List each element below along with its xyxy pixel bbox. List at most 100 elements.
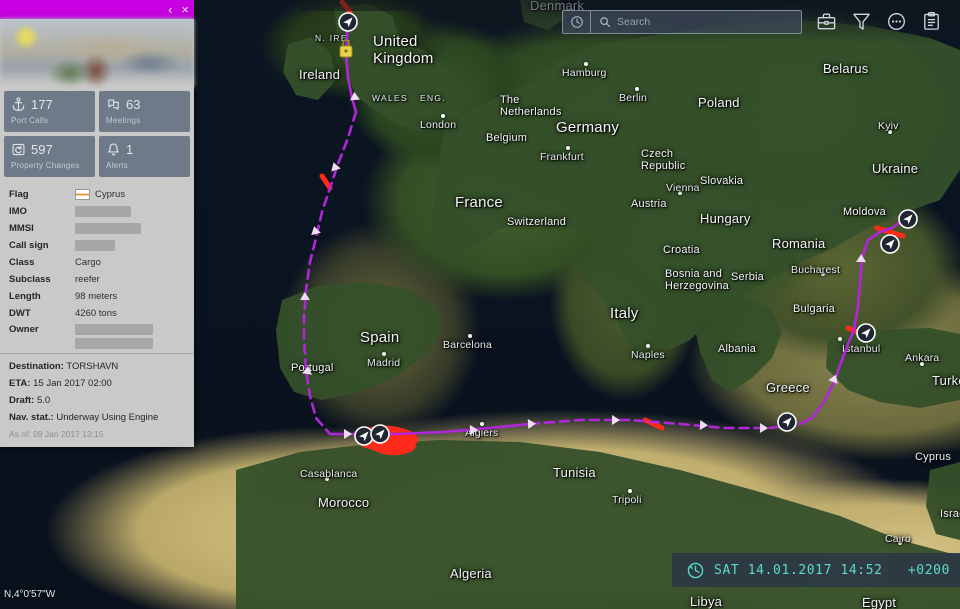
redacted-value <box>75 240 115 251</box>
map-country-label: Cyprus <box>915 451 952 463</box>
map-city-label: Casablanca <box>300 468 358 480</box>
track-direction-arrows <box>299 91 867 439</box>
map-city-dot <box>646 344 650 348</box>
map-city-dot <box>635 87 639 91</box>
draft-value: 5.0 <box>36 395 51 406</box>
clipboard-icon[interactable] <box>921 11 942 32</box>
meetings-icon <box>108 99 119 110</box>
stat-tile-meetings[interactable]: 63 Meetings <box>99 91 190 132</box>
map-city-label: Bucharest <box>791 264 841 276</box>
map-city-dot <box>441 114 445 118</box>
map-city-dot <box>382 352 386 356</box>
map-city-label: London <box>420 119 457 131</box>
attribute-row: Length 98 meters <box>9 288 185 305</box>
attribute-row: IMO <box>9 203 185 220</box>
vessel-marker-group[interactable] <box>338 12 918 446</box>
map-city-label: Hamburg <box>562 67 607 79</box>
map-city-dot <box>888 130 892 134</box>
vessel-detail-panel: ‹ × 177 Port Calls 63 Meetings 597 Prope… <box>0 0 194 447</box>
close-icon[interactable]: × <box>181 3 189 16</box>
map-country-label: Spain <box>360 329 400 346</box>
map-city-label: Madrid <box>367 357 401 369</box>
stat-tile-port-calls[interactable]: 177 Port Calls <box>4 91 95 132</box>
attribute-key: MMSI <box>9 223 34 234</box>
map-city-dot <box>821 272 825 276</box>
map-city-label: Istanbul <box>842 343 881 355</box>
attribute-key: Call sign <box>9 240 49 251</box>
map-city-label: Ankara <box>905 352 940 364</box>
toolbox-icon[interactable] <box>816 11 837 32</box>
more-icon[interactable] <box>886 11 907 32</box>
vessel-attributes: Flag Cyprus IMO MMSI Call sign Class Cargo Subc… <box>0 181 194 353</box>
vessel-marker-icon[interactable] <box>777 412 797 432</box>
attribute-value <box>75 324 153 349</box>
destination-value: TORSHAVN <box>66 361 119 372</box>
attribute-key: IMO <box>9 206 27 217</box>
map-region-label: WALES <box>372 93 408 103</box>
map-country-label: Ukraine <box>872 161 919 176</box>
filter-icon[interactable] <box>851 11 872 32</box>
stat-tile-alerts[interactable]: 1 Alerts <box>99 136 190 177</box>
navstat-value: Underway Using Engine <box>56 412 159 423</box>
map-city-dot <box>325 477 329 481</box>
map-city-label: Naples <box>631 349 665 361</box>
vessel-marker-icon[interactable] <box>338 12 358 32</box>
voyage-info: Destination: TORSHAVN ETA: 15 Jan 2017 0… <box>0 353 194 447</box>
map-country-label: Egypt <box>862 595 897 609</box>
destination-label: Destination: <box>9 361 64 372</box>
lock-icon[interactable] <box>339 39 353 58</box>
panel-titlebar: ‹ × <box>0 0 194 19</box>
attribute-row: Subclass reefer <box>9 271 185 288</box>
attribute-value <box>75 206 131 217</box>
eta-label: ETA: <box>9 378 31 389</box>
attribute-row: Class Cargo <box>9 254 185 271</box>
cursor-coordinates: N,4°0'57"W <box>4 589 56 600</box>
stat-value: 63 <box>126 97 141 112</box>
map-city-label: Frankfurt <box>540 151 584 163</box>
stat-tile-property-changes[interactable]: 597 Property Changes <box>4 136 95 177</box>
vessel-stat-tiles: 177 Port Calls 63 Meetings 597 Property … <box>0 87 194 181</box>
map-country-label: Bulgaria <box>793 303 835 315</box>
stat-label: Alerts <box>106 161 128 170</box>
map-city-label: Cairo <box>885 533 912 545</box>
map-city-label: Berlin <box>619 92 648 104</box>
redacted-value <box>75 206 131 217</box>
map-city-dot <box>468 334 472 338</box>
map-region-label: N. IRE. <box>315 33 352 43</box>
map-country-label: Croatia <box>663 244 700 256</box>
vessel-marker-icon[interactable] <box>880 234 900 254</box>
timeline-clock[interactable]: SAT 14.01.2017 14:52 +0200 <box>672 553 960 587</box>
draft-label: Draft: <box>9 395 35 406</box>
map-city-dot <box>566 146 570 150</box>
map-city-label: Tripoli <box>612 494 642 506</box>
map-country-label: Algeria <box>450 566 492 581</box>
attribute-value: reefer <box>75 274 100 285</box>
map-country-label: Portugal <box>291 362 334 374</box>
vessel-photo <box>0 19 194 87</box>
destination-row: Destination: TORSHAVN <box>9 361 185 372</box>
attribute-row: Flag Cyprus <box>9 186 185 203</box>
attribute-key: Class <box>9 257 35 268</box>
vessel-marker-icon[interactable] <box>898 209 918 229</box>
vessel-marker-icon[interactable] <box>856 323 876 343</box>
track-highlight-region <box>355 425 418 456</box>
map-country-label: Hungary <box>700 211 751 226</box>
attribute-row: Owner <box>9 322 185 349</box>
stat-value: 597 <box>31 142 53 157</box>
collapse-icon[interactable]: ‹ <box>168 3 172 16</box>
search-box[interactable] <box>562 9 802 34</box>
stat-label: Meetings <box>106 116 141 125</box>
map-city-dot <box>584 62 588 66</box>
vessel-marker-icon[interactable] <box>370 424 390 444</box>
attribute-value: 98 meters <box>75 291 118 302</box>
redacted-value <box>75 223 141 234</box>
eta-row: ETA: 15 Jan 2017 02:00 <box>9 378 185 389</box>
attribute-row: DWT 4260 tons <box>9 305 185 322</box>
clock-history-icon[interactable] <box>563 10 591 33</box>
as-of-text: As of: 09 Jan 2017 13:15 <box>9 429 104 439</box>
vessel-marker-icon[interactable] <box>354 426 374 446</box>
map-city-dot <box>480 422 484 426</box>
search-input[interactable] <box>617 15 801 28</box>
vessel-tracking-app: IrelandUnited KingdomDenmarkBelarusPolan… <box>0 0 960 609</box>
map-country-label: France <box>455 194 503 211</box>
